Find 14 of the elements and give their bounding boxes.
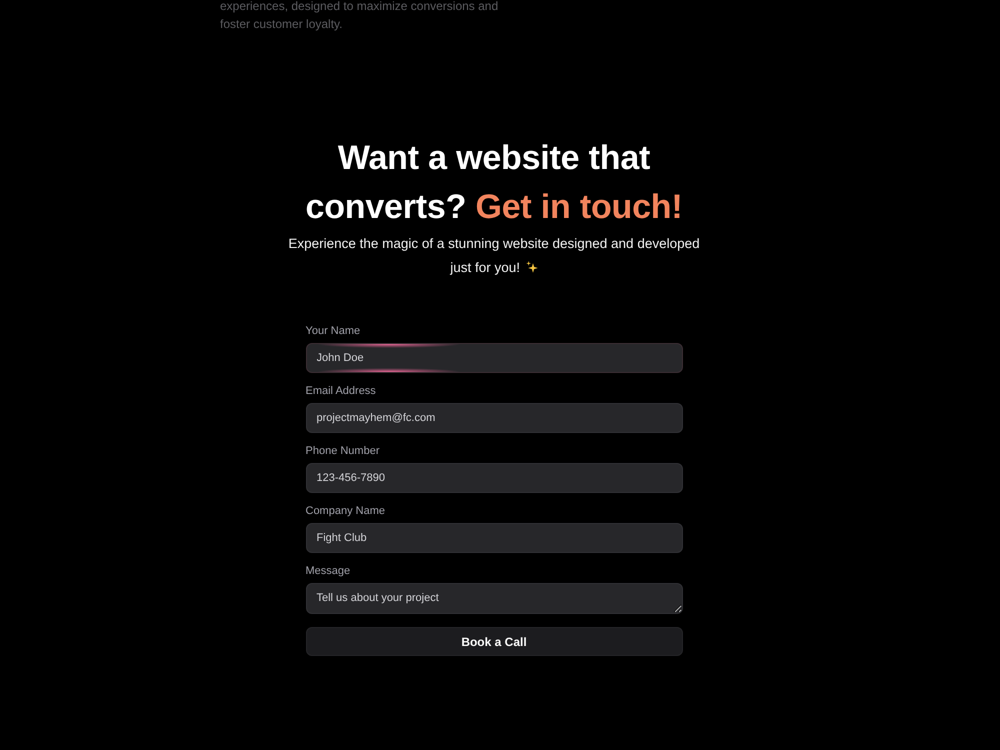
text-field[interactable]: 123-456-7890 — [306, 463, 682, 493]
intro-text: experiences, designed to maximize conversions and foster customer loyalty. — [220, 0, 500, 33]
contact-heading: Want a website that converts? Get in touch! — [304, 138, 684, 228]
message-field[interactable]: Tell us about your project — [306, 583, 682, 614]
text-field[interactable]: John Doe — [306, 343, 682, 373]
contact-subtitle: Experience the magic of a stunning website designed and developed just for you! — [288, 236, 700, 275]
field-label: Message — [306, 564, 350, 578]
field-label: Email Address — [306, 384, 376, 398]
field-label: Company Name — [306, 504, 385, 518]
text-field[interactable]: projectmayhem@fc.com — [306, 403, 682, 433]
book-call-button[interactable]: Book a Call — [306, 627, 682, 656]
field-label: Your Name — [306, 324, 360, 338]
field-label: Phone Number — [306, 444, 380, 458]
text-field[interactable]: Fight Club — [306, 523, 682, 553]
